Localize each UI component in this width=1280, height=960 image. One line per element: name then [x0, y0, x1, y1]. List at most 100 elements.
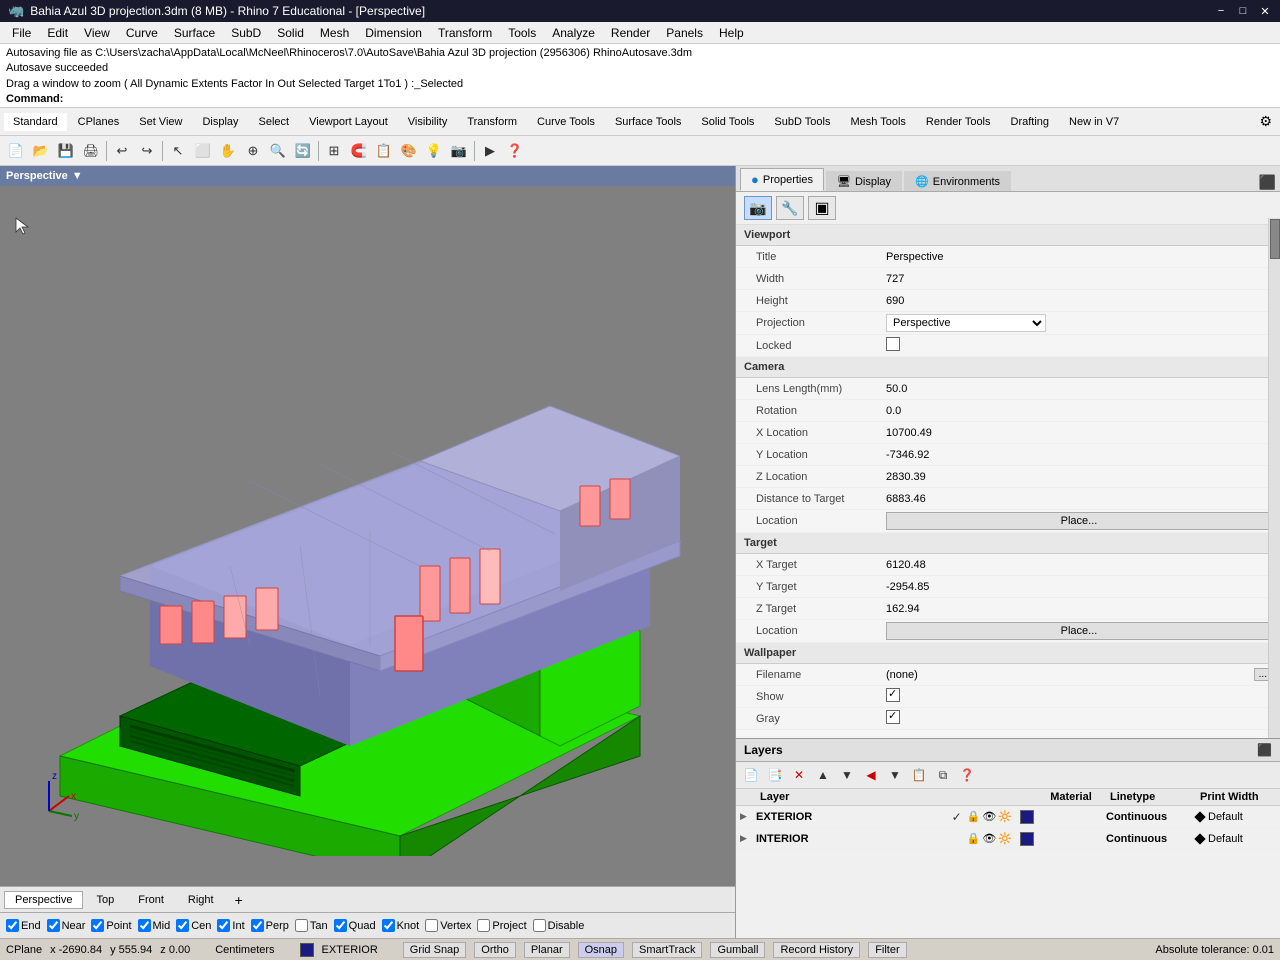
- menu-render[interactable]: Render: [603, 22, 658, 43]
- menu-help[interactable]: Help: [711, 22, 752, 43]
- redo-btn[interactable]: ↪: [135, 139, 159, 163]
- projection-select[interactable]: Perspective Parallel Two Point Perspecti…: [886, 314, 1046, 332]
- maximize-btn[interactable]: □: [1236, 4, 1250, 18]
- gumball-btn[interactable]: Gumball: [710, 942, 765, 958]
- light-btn[interactable]: 💡: [422, 139, 446, 163]
- pan-btn[interactable]: ✋: [216, 139, 240, 163]
- snap-mid[interactable]: Mid: [138, 919, 171, 932]
- vp-tab-top[interactable]: Top: [85, 891, 125, 909]
- render-btn[interactable]: ▶: [478, 139, 502, 163]
- vp-tab-front[interactable]: Front: [127, 891, 175, 909]
- subtab-settings[interactable]: 🔧: [776, 196, 804, 220]
- tab-viewport-layout[interactable]: Viewport Layout: [300, 113, 397, 131]
- exterior-color[interactable]: [1020, 810, 1034, 824]
- zoom-in-btn[interactable]: 🔍: [266, 139, 290, 163]
- gray-checkbox[interactable]: [886, 710, 900, 724]
- add-viewport-btn[interactable]: +: [227, 890, 251, 910]
- snap-near[interactable]: Near: [47, 919, 86, 932]
- new-btn[interactable]: 📄: [4, 139, 28, 163]
- tab-setview[interactable]: Set View: [130, 113, 191, 131]
- viewport-canvas[interactable]: x y z: [0, 186, 735, 886]
- layer-exterior[interactable]: ▶ EXTERIOR ✓ 🔒 👁 🔆 Continuous: [736, 806, 1280, 828]
- tab-drafting[interactable]: Drafting: [1002, 113, 1059, 131]
- tab-curve-tools[interactable]: Curve Tools: [528, 113, 604, 131]
- exterior-render-icon[interactable]: 🔆: [998, 810, 1012, 823]
- layer-help-btn[interactable]: ❓: [956, 765, 978, 785]
- zoom-extent-btn[interactable]: ⊕: [241, 139, 265, 163]
- menu-file[interactable]: File: [4, 22, 39, 43]
- interior-expand[interactable]: ▶: [740, 833, 752, 844]
- tab-subd-tools[interactable]: SubD Tools: [765, 113, 839, 131]
- layer-down-btn[interactable]: ▼: [836, 765, 858, 785]
- subtab-rect[interactable]: ▣: [808, 196, 836, 220]
- vp-tab-right[interactable]: Right: [177, 891, 225, 909]
- menu-dimension[interactable]: Dimension: [357, 22, 430, 43]
- print-btn[interactable]: 🖨: [79, 139, 103, 163]
- subtab-camera[interactable]: 📷: [744, 196, 772, 220]
- help-btn[interactable]: ❓: [503, 139, 527, 163]
- filter-btn[interactable]: Filter: [868, 942, 906, 958]
- menu-transform[interactable]: Transform: [430, 22, 500, 43]
- interior-lock-icon[interactable]: 🔒: [967, 832, 981, 845]
- exterior-check[interactable]: ✓: [947, 810, 967, 824]
- smarttrack-btn[interactable]: SmartTrack: [632, 942, 702, 958]
- layer-move-left-btn[interactable]: ◀: [860, 765, 882, 785]
- menu-tools[interactable]: Tools: [500, 22, 544, 43]
- tab-transform[interactable]: Transform: [458, 113, 526, 131]
- properties-scrollbar[interactable]: [1268, 218, 1280, 738]
- snap-disable[interactable]: Disable: [533, 919, 585, 932]
- exterior-expand[interactable]: ▶: [740, 811, 752, 822]
- interior-color[interactable]: [1020, 832, 1034, 846]
- planar-btn[interactable]: Planar: [524, 942, 570, 958]
- snap-perp[interactable]: Perp: [251, 919, 289, 932]
- snap-end[interactable]: End: [6, 919, 41, 932]
- open-btn[interactable]: 📂: [29, 139, 53, 163]
- camera-place-btn[interactable]: Place...: [886, 512, 1272, 530]
- snap-quad[interactable]: Quad: [334, 919, 376, 932]
- tab-new-v7[interactable]: New in V7: [1060, 113, 1128, 131]
- layer-filter-btn[interactable]: ▼: [884, 765, 906, 785]
- vp-tab-perspective[interactable]: Perspective: [4, 891, 83, 909]
- interior-visible-icon[interactable]: 👁: [982, 832, 996, 845]
- tab-surface-tools[interactable]: Surface Tools: [606, 113, 690, 131]
- material-btn[interactable]: 🎨: [397, 139, 421, 163]
- tab-solid-tools[interactable]: Solid Tools: [692, 113, 763, 131]
- tab-select[interactable]: Select: [250, 113, 299, 131]
- menu-subd[interactable]: SubD: [223, 22, 269, 43]
- layer-delete-btn[interactable]: ✕: [788, 765, 810, 785]
- layer-new-btn[interactable]: 📄: [740, 765, 762, 785]
- scrollbar-thumb[interactable]: [1270, 219, 1280, 259]
- snap-btn[interactable]: 🧲: [347, 139, 371, 163]
- window-select-btn[interactable]: ⬜: [191, 139, 215, 163]
- save-btn[interactable]: 💾: [54, 139, 78, 163]
- minimize-btn[interactable]: −: [1214, 4, 1228, 18]
- target-place-btn[interactable]: Place...: [886, 622, 1272, 640]
- interior-render-icon[interactable]: 🔆: [998, 832, 1012, 845]
- snap-tan[interactable]: Tan: [295, 919, 328, 932]
- tab-standard[interactable]: Standard: [4, 113, 67, 131]
- menu-surface[interactable]: Surface: [166, 22, 223, 43]
- snap-project[interactable]: Project: [477, 919, 526, 932]
- close-btn[interactable]: ✕: [1258, 4, 1272, 18]
- menu-view[interactable]: View: [76, 22, 118, 43]
- tab-visibility[interactable]: Visibility: [399, 113, 457, 131]
- camera-btn[interactable]: 📷: [447, 139, 471, 163]
- select-btn[interactable]: ↖: [166, 139, 190, 163]
- exterior-visible-icon[interactable]: 👁: [982, 810, 996, 823]
- layer-new-sublayer-btn[interactable]: 📑: [764, 765, 786, 785]
- layer-copy-btn[interactable]: 📋: [908, 765, 930, 785]
- undo-btn[interactable]: ↩: [110, 139, 134, 163]
- layer-paste-btn[interactable]: ⧉: [932, 765, 954, 785]
- tab-display[interactable]: 🖥 Display: [826, 171, 902, 191]
- grid-btn[interactable]: ⊞: [322, 139, 346, 163]
- rotate-btn[interactable]: 🔄: [291, 139, 315, 163]
- menu-analyze[interactable]: Analyze: [544, 22, 603, 43]
- layers-expand-btn[interactable]: ⬛: [1257, 743, 1272, 757]
- ortho-btn[interactable]: Ortho: [474, 942, 516, 958]
- options-icon[interactable]: ⚙: [1255, 113, 1276, 130]
- tab-mesh-tools[interactable]: Mesh Tools: [841, 113, 914, 131]
- tab-environments[interactable]: 🌐 Environments: [904, 171, 1011, 191]
- layer-up-btn[interactable]: ▲: [812, 765, 834, 785]
- viewport-dropdown-arrow[interactable]: ▼: [72, 170, 83, 182]
- record-history-btn[interactable]: Record History: [773, 942, 860, 958]
